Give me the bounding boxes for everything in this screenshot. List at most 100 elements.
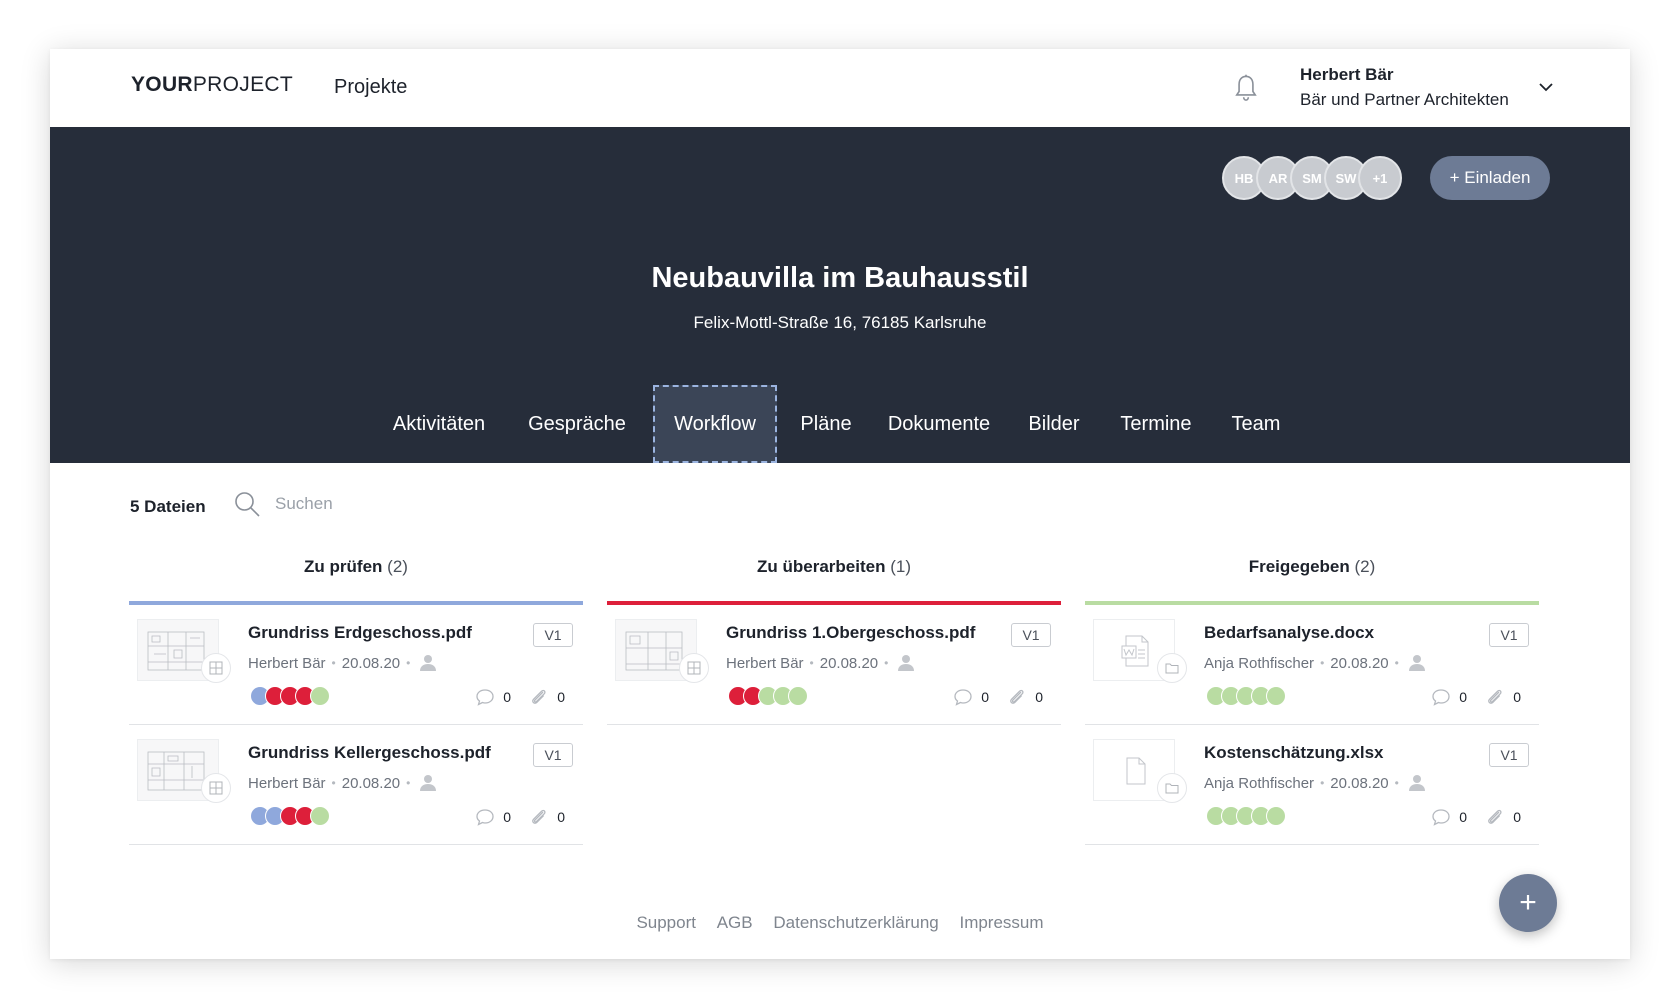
- column-count: (2): [1354, 557, 1376, 576]
- file-card[interactable]: Grundriss Erdgeschoss.pdf V1 Herbert Bär…: [129, 605, 583, 725]
- file-card[interactable]: Grundriss 1.Obergeschoss.pdf V1 Herbert …: [607, 605, 1061, 725]
- file-card[interactable]: Bedarfsanalyse.docx V1 Anja Rothfischer …: [1085, 605, 1539, 725]
- approval-status-dots[interactable]: [728, 686, 828, 706]
- file-date: 20.08.20: [819, 654, 879, 672]
- paperclip-icon: [1010, 689, 1024, 704]
- column-header: Freigegeben (2): [1085, 557, 1539, 593]
- comment-icon: [476, 689, 494, 706]
- status-dot: [310, 686, 330, 706]
- approval-status-dots[interactable]: [250, 686, 350, 706]
- avatar-more[interactable]: +1: [1358, 156, 1402, 200]
- attachments-count[interactable]: 0: [529, 808, 565, 826]
- folder-icon: [1157, 773, 1187, 803]
- footer: Support AGB Datenschutzerklärung Impress…: [50, 913, 1630, 933]
- comment-icon: [1432, 689, 1450, 706]
- column-title: Zu prüfen: [304, 557, 383, 576]
- file-date: 20.08.20: [1330, 774, 1389, 792]
- user-name[interactable]: Herbert Bär: [1300, 65, 1394, 85]
- file-card[interactable]: Grundriss Kellergeschoss.pdf V1 Herbert …: [129, 725, 583, 845]
- app-window: YOURPROJECT Projekte Herbert Bär Bär und…: [50, 49, 1630, 959]
- approval-status-dots[interactable]: [1206, 686, 1306, 706]
- person-icon[interactable]: [1407, 774, 1427, 792]
- plan-icon: [201, 653, 231, 683]
- attachments-count[interactable]: 0: [529, 688, 565, 706]
- workflow-column-review: Zu prüfen (2) Grundriss Erdgeschoss.pdf …: [129, 557, 583, 845]
- search-icon[interactable]: [233, 490, 261, 518]
- status-dot: [1266, 686, 1286, 706]
- version-badge[interactable]: V1: [1489, 623, 1529, 647]
- user-organization[interactable]: Bär und Partner Architekten: [1300, 90, 1509, 110]
- attachments-count[interactable]: 0: [1007, 688, 1043, 706]
- bell-icon[interactable]: [1232, 73, 1260, 103]
- separator: •: [1320, 776, 1325, 790]
- add-file-button[interactable]: +: [1499, 874, 1557, 932]
- footer-link-support[interactable]: Support: [636, 913, 696, 932]
- version-badge[interactable]: V1: [1011, 623, 1051, 647]
- file-card[interactable]: Kostenschätzung.xlsx V1 Anja Rothfischer…: [1085, 725, 1539, 845]
- person-icon[interactable]: [1407, 654, 1427, 672]
- tab-aktivitaeten[interactable]: Aktivitäten: [380, 385, 498, 463]
- file-date: 20.08.20: [1330, 654, 1389, 672]
- tab-termine[interactable]: Termine: [1106, 385, 1206, 463]
- file-meta: Herbert Bär • 20.08.20 •: [248, 654, 438, 672]
- version-badge[interactable]: V1: [533, 623, 573, 647]
- file-name[interactable]: Grundriss 1.Obergeschoss.pdf: [726, 623, 975, 643]
- workflow-column-rework: Zu überarbeiten (1) Grundriss 1.Obergesc…: [607, 557, 1061, 725]
- separator: •: [809, 656, 814, 670]
- tab-workflow[interactable]: Workflow: [653, 385, 777, 463]
- status-dot: [788, 686, 808, 706]
- comments-count[interactable]: 0: [475, 808, 511, 826]
- attachments-count[interactable]: 0: [1485, 688, 1521, 706]
- column-title: Freigegeben: [1248, 557, 1350, 576]
- file-name[interactable]: Bedarfsanalyse.docx: [1204, 623, 1374, 643]
- comments-count[interactable]: 0: [1431, 808, 1467, 826]
- person-icon[interactable]: [418, 654, 438, 672]
- file-meta: Herbert Bär • 20.08.20 •: [248, 774, 438, 792]
- separator: •: [406, 656, 411, 670]
- file-meta: Herbert Bär • 20.08.20 •: [726, 654, 916, 672]
- column-header: Zu überarbeiten (1): [607, 557, 1061, 593]
- member-avatars[interactable]: HB AR SM SW +1: [1222, 156, 1412, 200]
- file-date: 20.08.20: [341, 774, 401, 792]
- comments-count[interactable]: 0: [1431, 688, 1467, 706]
- comments-count[interactable]: 0: [475, 688, 511, 706]
- file-meta: Anja Rothfischer • 20.08.20 •: [1204, 774, 1427, 792]
- footer-link-imprint[interactable]: Impressum: [959, 913, 1043, 932]
- status-dot: [310, 806, 330, 826]
- comments-count[interactable]: 0: [953, 688, 989, 706]
- file-name[interactable]: Grundriss Erdgeschoss.pdf: [248, 623, 472, 643]
- person-icon[interactable]: [418, 774, 438, 792]
- tab-team[interactable]: Team: [1218, 385, 1294, 463]
- column-count: (1): [890, 557, 911, 576]
- tab-bilder[interactable]: Bilder: [1014, 385, 1094, 463]
- chevron-down-icon[interactable]: [1536, 77, 1556, 97]
- status-dot: [1266, 806, 1286, 826]
- plan-icon: [201, 773, 231, 803]
- file-author: Herbert Bär: [726, 654, 804, 672]
- file-name[interactable]: Grundriss Kellergeschoss.pdf: [248, 743, 491, 763]
- file-name[interactable]: Kostenschätzung.xlsx: [1204, 743, 1384, 763]
- plan-icon: [679, 653, 709, 683]
- folder-icon: [1157, 653, 1187, 683]
- brand-logo[interactable]: YOURPROJECT: [131, 73, 293, 97]
- paperclip-icon: [532, 689, 546, 704]
- tab-plaene[interactable]: Pläne: [786, 385, 866, 463]
- tab-dokumente[interactable]: Dokumente: [878, 385, 1000, 463]
- tab-gespraeche[interactable]: Gespräche: [514, 385, 640, 463]
- person-icon[interactable]: [896, 654, 916, 672]
- column-header: Zu prüfen (2): [129, 557, 583, 593]
- top-bar: YOURPROJECT Projekte Herbert Bär Bär und…: [50, 49, 1630, 127]
- invite-button[interactable]: + Einladen: [1430, 156, 1550, 200]
- project-title: Neubauvilla im Bauhausstil: [651, 262, 1029, 294]
- version-badge[interactable]: V1: [1489, 743, 1529, 767]
- version-badge[interactable]: V1: [533, 743, 573, 767]
- search-input[interactable]: [275, 488, 535, 520]
- comment-icon: [476, 809, 494, 826]
- nav-projects-link[interactable]: Projekte: [334, 76, 407, 99]
- approval-status-dots[interactable]: [1206, 806, 1306, 826]
- attachments-count[interactable]: 0: [1485, 808, 1521, 826]
- footer-link-agb[interactable]: AGB: [717, 913, 753, 932]
- approval-status-dots[interactable]: [250, 806, 350, 826]
- file-author: Anja Rothfischer: [1204, 654, 1315, 672]
- footer-link-privacy[interactable]: Datenschutzerklärung: [773, 913, 938, 932]
